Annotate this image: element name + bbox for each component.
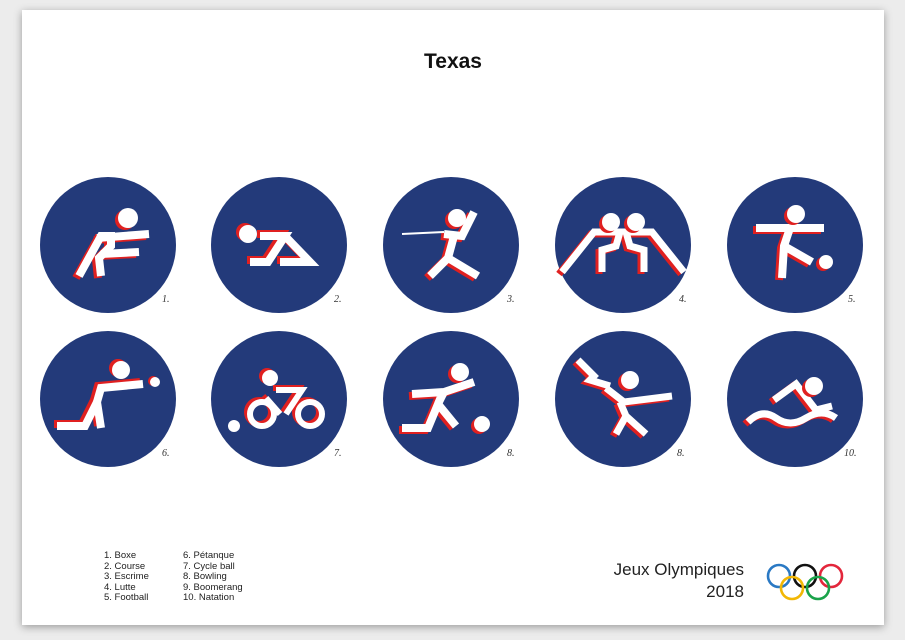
legend-column-2: 6. Pétanque 7. Cycle ball 8. Bowling 9. …	[183, 550, 243, 604]
pictogram-number: 7.	[334, 448, 342, 459]
pictogram-lutte	[554, 176, 692, 314]
pictogram-number: 8.	[677, 448, 685, 459]
games-title: Jeux Olympiques	[613, 560, 744, 579]
pictogram-number: 6.	[162, 448, 170, 459]
pictogram-football	[726, 176, 864, 314]
games-year: 2018	[706, 582, 744, 601]
pictogram-petanque	[39, 330, 177, 468]
pictogram-bowling	[382, 330, 520, 468]
legend-item: 6. Pétanque	[183, 550, 235, 561]
legend-item: 10. Natation	[183, 592, 235, 604]
pictogram-number: 1.	[162, 294, 170, 305]
pictogram-number: 8.	[507, 448, 515, 459]
poster: Texas 1. 2. 3. 4. 5. 6. 7. 8. 8. 10. 1. …	[22, 10, 884, 625]
pictogram-number: 5.	[848, 294, 856, 305]
pictogram-escrime	[382, 176, 520, 314]
legend-column-1: 1. Boxe 2. Course 3. Escrime 4. Lutte 5.…	[104, 550, 149, 604]
pictogram-boxe	[39, 176, 177, 314]
pictogram-boomerang	[554, 330, 692, 468]
legend-item: 5. Football	[104, 592, 149, 604]
pictogram-cycle-ball	[210, 330, 348, 468]
pictogram-number: 3.	[507, 294, 515, 305]
poster-title: Texas	[424, 50, 482, 73]
pictogram-number: 4.	[679, 294, 687, 305]
pictogram-number: 10.	[844, 448, 857, 459]
olympic-rings-logo	[766, 563, 846, 608]
pictogram-course	[210, 176, 348, 314]
legend-item: 1. Boxe	[104, 550, 137, 561]
pictogram-number: 2.	[334, 294, 342, 305]
